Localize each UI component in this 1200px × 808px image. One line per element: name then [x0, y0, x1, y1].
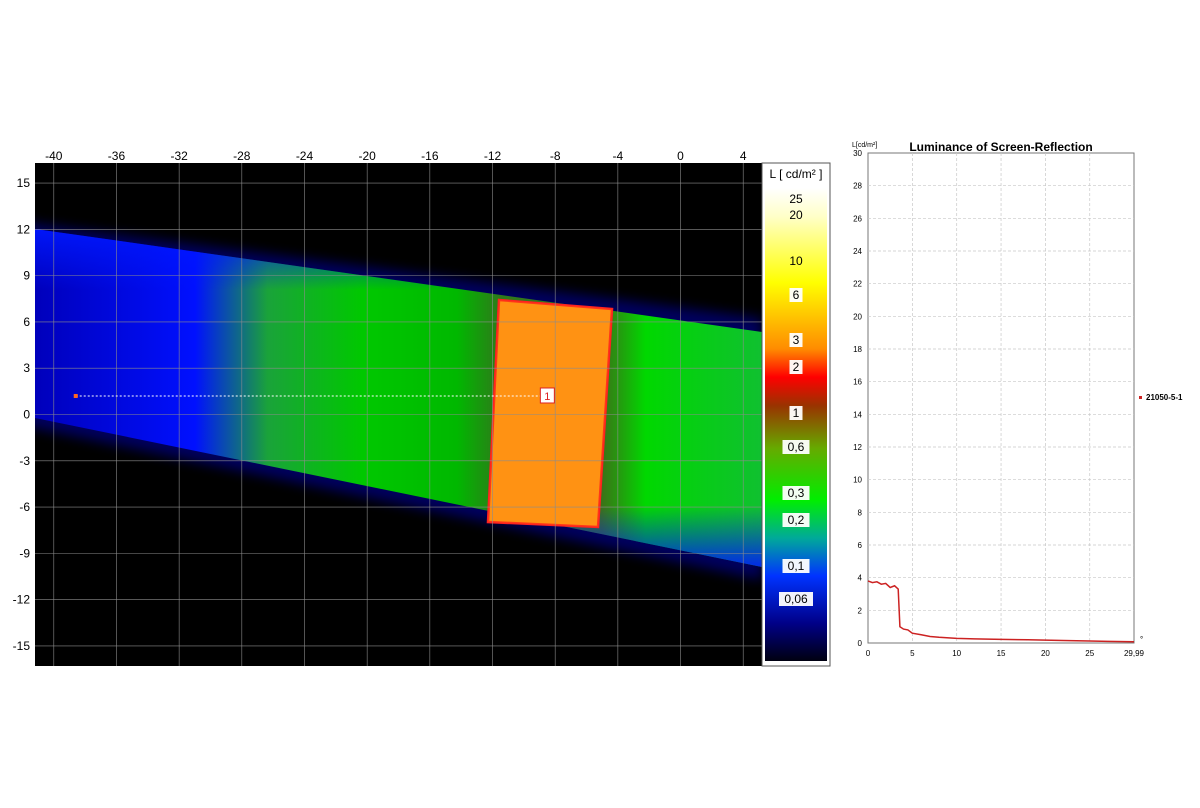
line-chart-y-tick: 6: [858, 541, 863, 550]
line-chart-y-tick: 26: [853, 214, 862, 223]
line-chart-y-tick: 22: [853, 280, 862, 289]
line-chart-y-axis-label: L[cd/m²]: [852, 142, 877, 149]
line-chart-y-tick: 20: [853, 312, 862, 321]
line-chart-y-tick: 4: [858, 574, 863, 583]
legend: 21050-5-1: [1139, 393, 1183, 402]
line-chart-x-tick-labels: 0 5 10 15 20 25 29,99: [866, 649, 1145, 658]
line-chart-y-tick: 10: [853, 476, 862, 485]
line-chart-x-tick: 5: [910, 649, 915, 658]
line-chart-y-tick: 2: [858, 606, 863, 615]
line-chart-x-tick: 29,99: [1124, 649, 1145, 658]
line-chart-x-unit: °: [1140, 635, 1143, 644]
line-chart-y-tick: 24: [853, 247, 862, 256]
line-chart-title: Luminance of Screen-Reflection: [909, 140, 1092, 154]
line-chart-y-tick: 16: [853, 378, 862, 387]
legend-swatch: [1139, 396, 1142, 399]
line-chart-y-tick: 12: [853, 443, 862, 452]
line-chart-x-tick: 25: [1085, 649, 1094, 658]
line-chart-x-tick: 10: [952, 649, 961, 658]
luminance-line-chart: Luminance of Screen-Reflection L[cd/m²] …: [852, 140, 1183, 658]
legend-label: 21050-5-1: [1146, 393, 1183, 402]
line-chart-y-tick-labels: 024681012141618202224262830: [853, 149, 862, 648]
line-chart-y-tick: 18: [853, 345, 862, 354]
line-chart-x-tick: 15: [997, 649, 1006, 658]
line-chart-x-tick: 0: [866, 649, 871, 658]
line-chart-y-tick: 8: [858, 508, 863, 517]
line-chart-y-tick: 0: [858, 639, 863, 648]
line-chart-y-tick: 28: [853, 182, 862, 191]
line-chart-x-tick: 20: [1041, 649, 1050, 658]
line-chart-y-tick: 14: [853, 410, 862, 419]
line-chart-y-tick: 30: [853, 149, 862, 158]
